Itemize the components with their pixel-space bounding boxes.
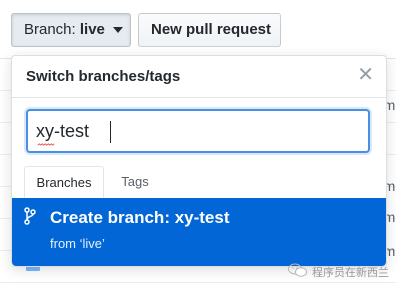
branch-dropdown: Switch branches/tags ✕ xy-test Branches … xyxy=(11,55,387,267)
branch-filter-input[interactable]: xy-test xyxy=(26,109,370,153)
branch-name: live xyxy=(79,21,105,38)
git-branch-icon xyxy=(24,207,36,225)
tab-branches[interactable]: Branches xyxy=(24,166,104,198)
new-pull-request-button[interactable]: New pull request xyxy=(138,13,281,47)
spellcheck-underline-icon xyxy=(37,143,55,146)
branch-select-button[interactable]: Branch: live xyxy=(11,13,131,47)
dropdown-tabs: Branches Tags xyxy=(12,166,386,199)
create-branch-label: Create branch: xy-test xyxy=(50,208,230,227)
dropdown-title: Switch branches/tags xyxy=(26,68,181,85)
branch-prefix: Branch: xyxy=(24,21,76,38)
close-icon[interactable]: ✕ xyxy=(357,65,374,85)
text-cursor xyxy=(110,121,111,143)
wechat-logo-icon xyxy=(288,263,307,277)
tab-tags[interactable]: Tags xyxy=(112,166,158,198)
create-branch-source: from ‘live’ xyxy=(50,236,105,251)
dropdown-header: Switch branches/tags ✕ xyxy=(12,56,386,98)
caret-down-icon xyxy=(113,27,124,34)
watermark-text: 程序员在新西兰 xyxy=(312,267,389,279)
create-branch-option[interactable]: Create branch: xy-test from ‘live’ xyxy=(12,198,386,266)
branch-filter-value: xy-test xyxy=(36,121,90,141)
